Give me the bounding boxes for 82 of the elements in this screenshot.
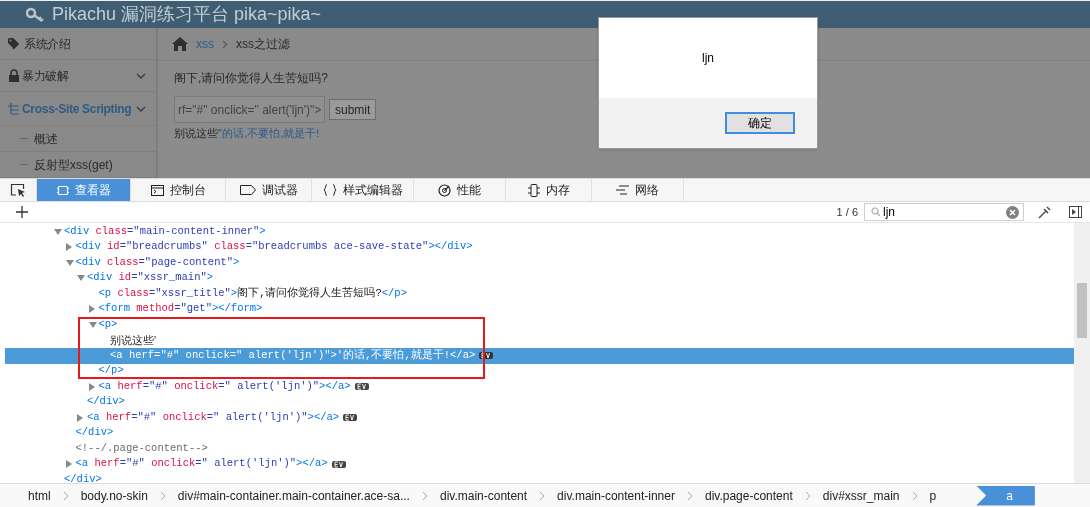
submenu-item[interactable]: 概述 <box>0 126 156 152</box>
breadcrumb-item[interactable]: div#xssr_main <box>822 485 900 506</box>
eyedropper-icon[interactable] <box>1038 205 1052 219</box>
devtools-tab[interactable]: 调试器 <box>226 179 312 201</box>
collapsed-arrow-icon[interactable] <box>65 460 72 469</box>
memory-icon <box>527 183 540 197</box>
chevron-icon <box>222 39 228 49</box>
home-icon <box>172 37 188 51</box>
expanded-arrow-icon[interactable] <box>88 321 97 328</box>
chevron-icon <box>159 490 166 501</box>
markup-line: </div> <box>64 471 102 483</box>
markup-line: <a herf="#" onclick=" alert('ljn')"></a> <box>75 456 328 472</box>
braces-icon <box>322 184 337 196</box>
markup-line: <form method="get"></form> <box>98 301 263 317</box>
side-panel-icon[interactable] <box>1069 206 1082 218</box>
markup-line: </div> <box>75 425 114 441</box>
markup-line: <a herf="#" onclick=" alert('ljn')">'的话,不要怕,就是干!</a> <box>110 347 476 363</box>
sidebar-item[interactable]: 系统介绍 <box>0 28 156 60</box>
plain-text: 别说这些' <box>110 333 157 348</box>
breadcrumb-item[interactable]: p <box>929 485 937 506</box>
clear-icon[interactable] <box>1006 205 1019 219</box>
chevron-icon <box>686 490 693 501</box>
breadcrumb-item[interactable]: div.main-content <box>439 485 528 506</box>
collapsed-arrow-icon[interactable] <box>88 382 95 391</box>
markup-line: <div class="main-content-inner"> <box>64 223 266 239</box>
event-icon[interactable] <box>343 414 358 422</box>
expanded-arrow-icon[interactable] <box>65 259 74 266</box>
markup-line: <a herf="#" onclick=" alert('ljn')"></a> <box>98 378 351 394</box>
markup-line: <a herf="#" onclick=" alert('ljn')"></a> <box>87 409 340 425</box>
event-icon[interactable] <box>479 352 494 360</box>
add-icon[interactable] <box>16 206 28 218</box>
inspector-icon <box>56 184 69 196</box>
lock-icon <box>8 69 20 82</box>
gauge-icon <box>438 183 451 197</box>
markup-line: <div id="breadcrumbs" class="breadcrumbs ace-save-state"></div> <box>75 239 473 255</box>
breadcrumb-item[interactable]: body.no-skin <box>80 485 148 506</box>
markup-line: <div id="xssr_main"> <box>87 270 214 286</box>
chevron-icon <box>62 490 69 501</box>
markup-line: <div class="page-content"> <box>75 254 240 270</box>
devtools-tab[interactable]: 性能 <box>414 179 506 201</box>
debugger-icon <box>239 185 256 195</box>
site-title: Pikachu 漏洞练习平台 pika~pika~ <box>52 3 322 26</box>
search-icon <box>871 207 881 217</box>
element-picker-icon[interactable] <box>10 183 26 197</box>
devtools-tab[interactable]: 控制台 <box>131 179 226 201</box>
collapsed-arrow-icon[interactable] <box>77 413 83 422</box>
sidebar-item[interactable]: 暴力破解 <box>0 60 156 92</box>
collapsed-arrow-icon[interactable] <box>88 305 95 314</box>
chevron-icon <box>911 490 918 501</box>
alert-message: ljn <box>702 50 714 67</box>
devtools-tab[interactable]: 样式编辑器 <box>312 179 414 201</box>
breadcrumb-current: xss之过滤 <box>236 36 290 53</box>
tag-icon <box>8 37 22 50</box>
breadcrumb-item[interactable]: div#main-container.main-container.ace-sa... <box>177 485 410 506</box>
chevron-icon <box>539 490 546 501</box>
devtools-tab[interactable]: 网络 <box>592 179 684 201</box>
network-icon <box>616 185 629 195</box>
expanded-arrow-icon[interactable] <box>77 275 85 282</box>
event-icon[interactable] <box>331 460 346 468</box>
ok-button[interactable]: 确定 <box>725 112 795 134</box>
submit-button[interactable]: submit <box>329 99 377 120</box>
list-icon <box>8 102 20 115</box>
devtools-tab[interactable]: 内存 <box>506 179 592 201</box>
markup-line: <p class="xssr_title">阁下,请问你觉得人生苦短吗?</p> <box>98 285 407 301</box>
expanded-arrow-icon[interactable] <box>54 228 62 235</box>
collapsed-arrow-icon[interactable] <box>65 243 72 252</box>
search-field[interactable]: ljn <box>864 203 1024 221</box>
markup-line: <p> <box>98 316 118 332</box>
scrollbar[interactable] <box>1074 223 1090 483</box>
event-icon[interactable] <box>354 383 369 391</box>
chevron-icon <box>804 490 811 501</box>
question-text: 阁下,请问你觉得人生苦短吗? <box>174 70 329 87</box>
console-icon <box>150 184 164 196</box>
key-icon <box>26 6 44 23</box>
breadcrumb-item[interactable]: div.main-content-inner <box>557 485 675 506</box>
breadcrumb-item[interactable]: html <box>28 485 51 506</box>
markup-line: </div> <box>87 394 125 410</box>
chevron-icon <box>421 490 428 501</box>
code-comment: <!--/.page-content--> <box>75 440 208 456</box>
breadcrumb-item[interactable]: div.page-content <box>704 485 793 506</box>
markup-line: </p> <box>98 363 124 379</box>
match-count: 1 / 6 <box>836 204 858 220</box>
